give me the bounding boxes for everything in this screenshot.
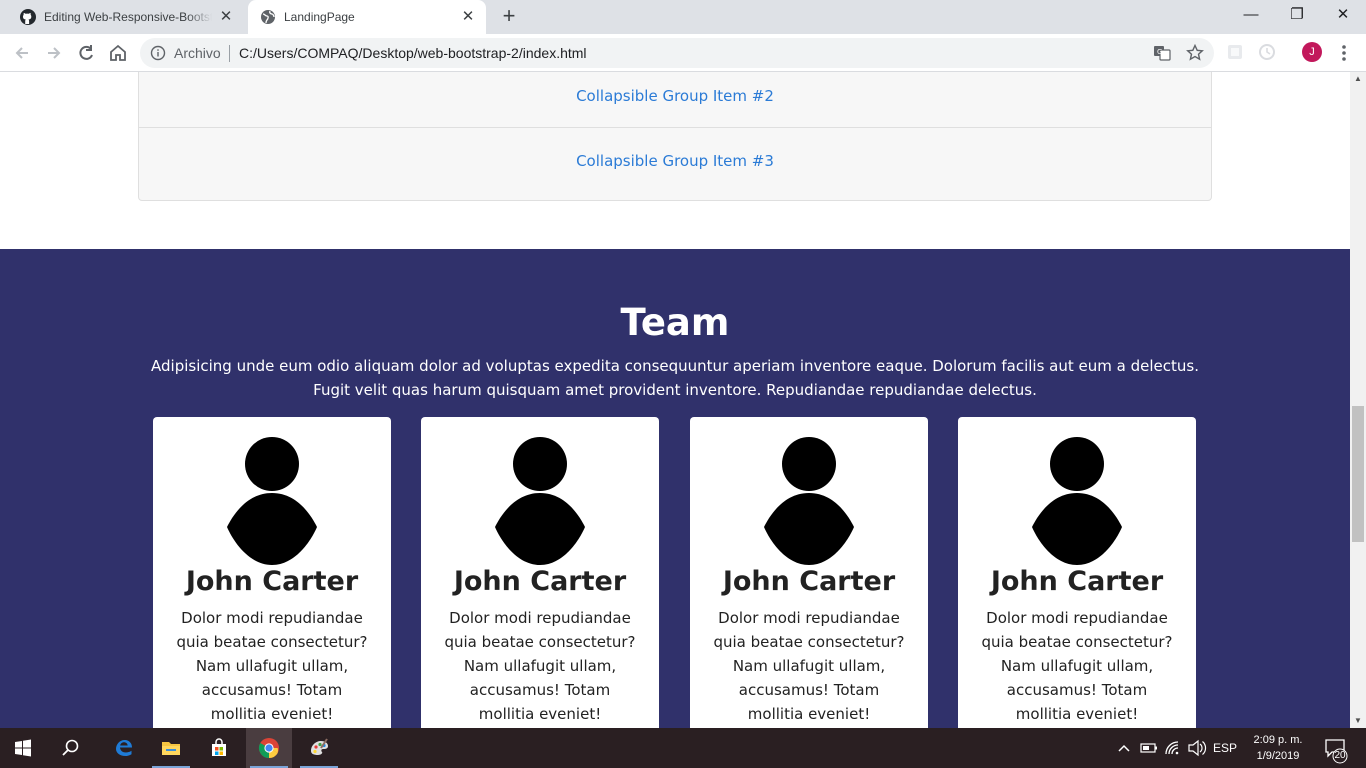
clock-date: 1/9/2019 <box>1256 750 1300 762</box>
accordion: Collapsible Group Item #2 Collapsible Gr… <box>138 72 1212 201</box>
taskbar-store[interactable] <box>196 728 242 768</box>
member-bio: Dolor modi repudiandae quia beatae conse… <box>176 609 368 723</box>
tab-close-icon[interactable]: ✕ <box>460 9 476 25</box>
forward-arrow-icon[interactable] <box>41 40 67 66</box>
clock[interactable]: 2:09 p. m. 1/9/2019 <box>1240 732 1316 764</box>
extension-icon[interactable] <box>1226 43 1244 61</box>
security-label: Archivo <box>174 45 221 61</box>
taskbar-edge[interactable] <box>100 728 146 768</box>
taskbar-file-explorer[interactable] <box>148 728 194 768</box>
edge-icon <box>116 740 132 756</box>
translate-icon[interactable]: G <box>1153 44 1171 62</box>
team-card: John Carter Dolor modi repudiandae quia … <box>153 417 391 728</box>
member-bio: Dolor modi repudiandae quia beatae conse… <box>713 609 905 723</box>
minimize-button[interactable]: — <box>1228 0 1274 30</box>
bookmark-star-icon[interactable] <box>1186 44 1204 62</box>
restore-button[interactable]: ❐ <box>1274 0 1320 30</box>
taskbar-paint[interactable] <box>296 728 342 768</box>
member-name: John Carter <box>453 566 627 597</box>
taskbar-chrome[interactable] <box>246 728 292 768</box>
reload-icon[interactable] <box>73 40 99 66</box>
team-title: Team <box>620 301 730 344</box>
globe-icon <box>261 10 275 24</box>
tab-landing-page[interactable]: LandingPage ✕ <box>248 0 486 34</box>
notification-center[interactable]: 20 <box>1318 728 1358 768</box>
scroll-down-icon[interactable]: ▼ <box>1350 714 1366 728</box>
github-icon <box>20 9 36 25</box>
file-explorer-icon <box>162 742 180 755</box>
chrome-icon <box>258 738 279 759</box>
browser-toolbar: Archivo C:/Users/COMPAQ/Desktop/web-boot… <box>0 34 1366 72</box>
member-name: John Carter <box>185 566 359 597</box>
person-icon <box>764 437 854 565</box>
person-icon <box>1032 437 1122 565</box>
notification-icon <box>1325 739 1348 764</box>
omnibox-divider <box>229 45 230 62</box>
accordion-item-2[interactable]: Collapsible Group Item #2 <box>139 72 1211 128</box>
windows-taskbar: ESP 2:09 p. m. 1/9/2019 20 <box>0 728 1366 768</box>
clock-time: 2:09 p. m. <box>1253 734 1303 746</box>
team-description: Adipisicing unde eum odio aliquam dolor … <box>151 357 1199 399</box>
member-bio: Dolor modi repudiandae quia beatae conse… <box>981 609 1173 723</box>
new-tab-button[interactable]: + <box>498 5 520 28</box>
taskbar-search-button[interactable] <box>48 728 94 768</box>
store-icon <box>212 738 226 756</box>
scroll-up-icon[interactable]: ▲ <box>1350 72 1366 86</box>
svg-text:G: G <box>1157 48 1162 56</box>
search-icon <box>62 739 79 756</box>
volume-icon[interactable] <box>1186 728 1208 768</box>
paint-icon <box>311 738 328 755</box>
member-bio: Dolor modi repudiandae quia beatae conse… <box>444 609 636 723</box>
page-viewport: Collapsible Group Item #2 Collapsible Gr… <box>0 72 1350 728</box>
home-icon[interactable] <box>105 40 131 66</box>
scrollbar-thumb[interactable] <box>1352 406 1364 542</box>
accordion-item-3[interactable]: Collapsible Group Item #3 <box>139 129 1211 192</box>
tray-expand-icon[interactable] <box>1114 728 1134 768</box>
extension-timer-icon[interactable] <box>1258 43 1276 61</box>
url-text[interactable]: C:/Users/COMPAQ/Desktop/web-bootstrap-2/… <box>239 45 587 61</box>
tab-title: Editing Web-Responsive-Bootstrap-2 <box>44 10 212 24</box>
team-card: John Carter Dolor modi repudiandae quia … <box>958 417 1196 728</box>
close-window-button[interactable]: ✕ <box>1320 0 1366 30</box>
language-indicator[interactable]: ESP <box>1212 728 1238 768</box>
browser-tab-strip: Editing Web-Responsive-Bootstrap-2 ✕ Lan… <box>0 0 1366 34</box>
person-icon <box>227 437 317 565</box>
battery-icon[interactable] <box>1138 728 1160 768</box>
tab-editing-github[interactable]: Editing Web-Responsive-Bootstrap-2 ✕ <box>8 0 244 34</box>
wifi-icon[interactable] <box>1162 728 1184 768</box>
member-name: John Carter <box>722 566 896 597</box>
page-scrollbar[interactable]: ▲ ▼ <box>1350 72 1366 728</box>
start-icon <box>15 739 31 757</box>
team-section: Team Adipisicing unde eum odio aliquam d… <box>0 249 1350 728</box>
tab-title: LandingPage <box>284 10 355 24</box>
profile-avatar[interactable]: J <box>1302 42 1322 62</box>
tab-close-icon[interactable]: ✕ <box>218 9 234 25</box>
person-icon <box>495 437 585 565</box>
back-arrow-icon[interactable] <box>9 40 35 66</box>
member-name: John Carter <box>990 566 1164 597</box>
menu-kebab-icon[interactable] <box>1336 43 1352 63</box>
address-bar[interactable]: Archivo C:/Users/COMPAQ/Desktop/web-boot… <box>140 38 1214 68</box>
team-card: John Carter Dolor modi repudiandae quia … <box>690 417 928 728</box>
info-icon[interactable] <box>150 45 166 61</box>
team-card: John Carter Dolor modi repudiandae quia … <box>421 417 659 728</box>
start-button[interactable] <box>0 728 46 768</box>
notification-count: 20 <box>1334 750 1346 761</box>
